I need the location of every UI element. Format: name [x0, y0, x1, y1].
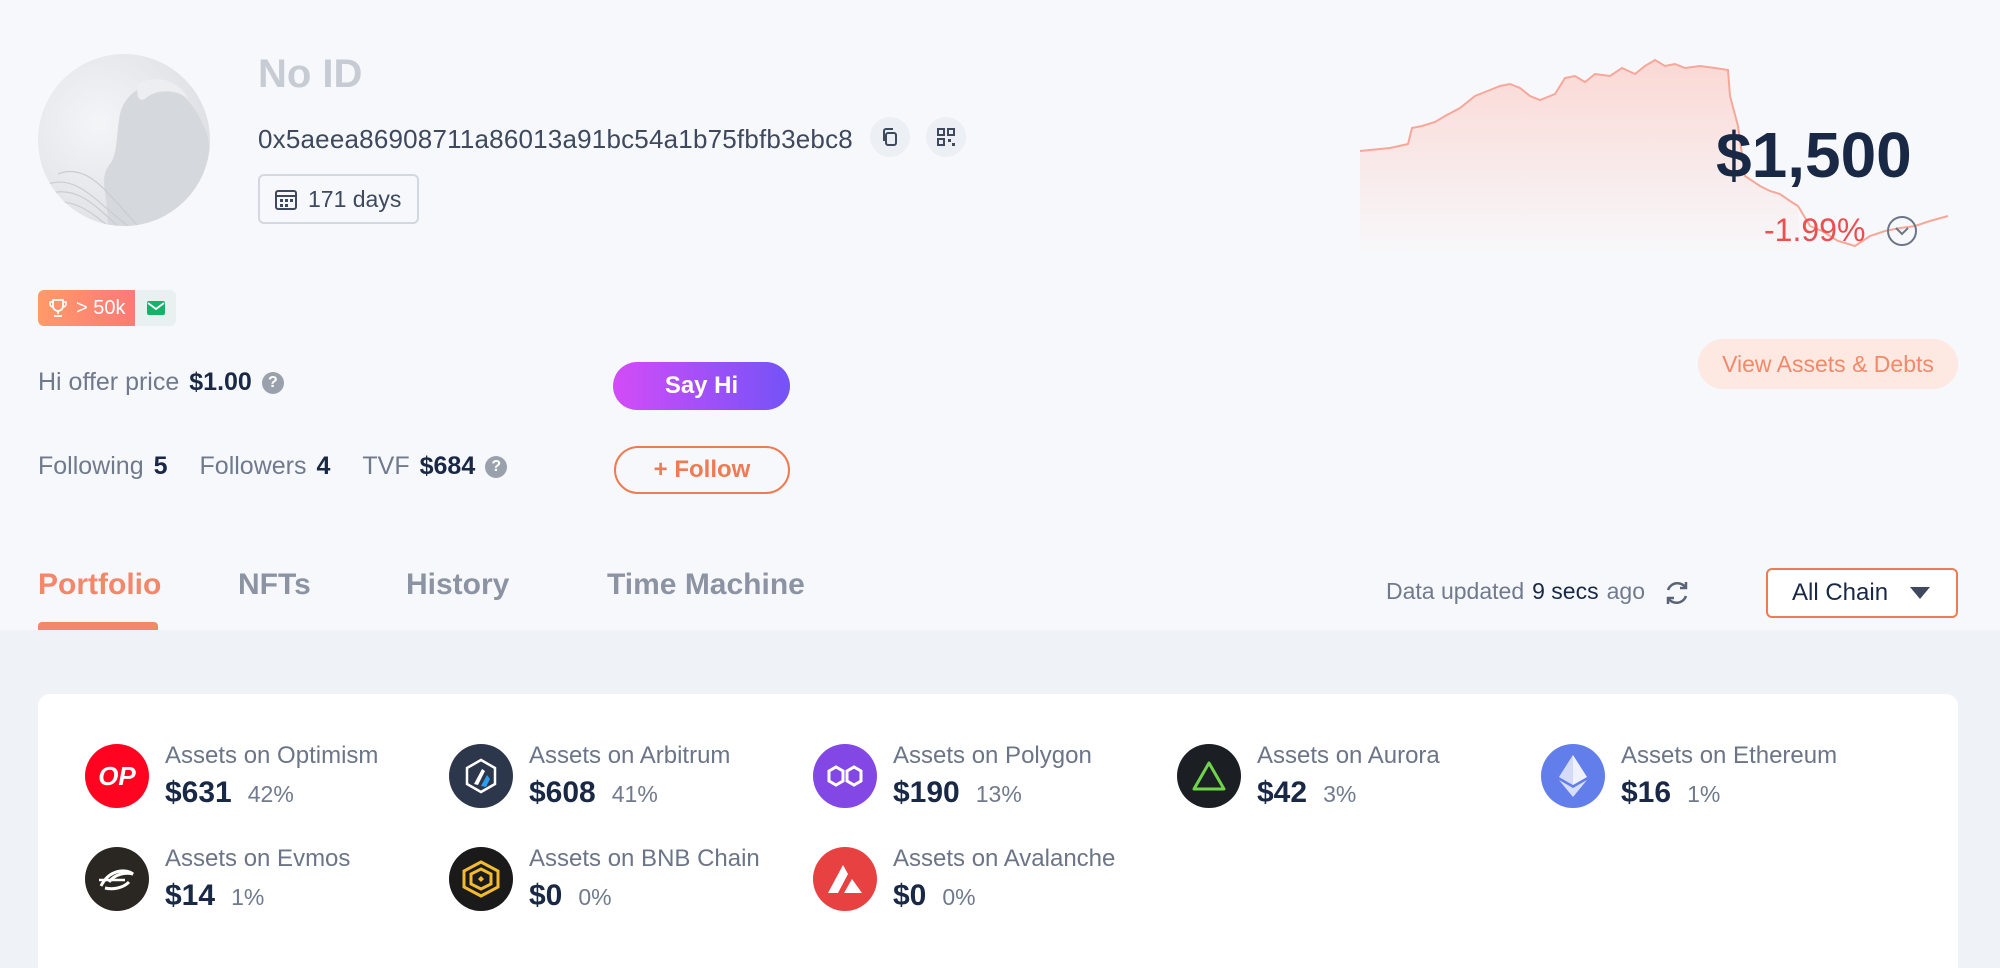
- chain-item-arbitrum[interactable]: Assets on Arbitrum $608 41%: [449, 742, 779, 810]
- updated-prefix: Data updated: [1386, 578, 1525, 604]
- chain-title: Assets on Ethereum: [1621, 742, 1838, 769]
- active-tab-indicator: [38, 622, 158, 630]
- copy-address-button[interactable]: [870, 117, 910, 157]
- optimism-logo-icon: OP: [85, 744, 149, 808]
- hi-offer-row: Hi offer price $1.00 ?: [38, 368, 284, 397]
- followers-count[interactable]: 4: [317, 452, 331, 481]
- tvf-value: $684: [419, 452, 476, 480]
- rank-badge: > 50k: [38, 290, 136, 326]
- chain-amount-value: $608: [529, 776, 596, 809]
- chain-amount-value: $14: [165, 879, 216, 912]
- wallet-age-text: 171 days: [308, 185, 402, 212]
- chain-amount-value: $631: [165, 776, 232, 809]
- chain-item-avalanche[interactable]: Assets on Avalanche $0 0%: [813, 845, 1143, 913]
- chain-amount-value: $16: [1621, 776, 1672, 809]
- chain-item-optimism[interactable]: OP Assets on Optimism $631 42%: [85, 742, 415, 810]
- chain-percentage: 0%: [942, 884, 976, 910]
- qr-code-icon: [937, 128, 955, 146]
- chain-percentage: 0%: [578, 884, 612, 910]
- chain-amount: $631 42%: [165, 776, 378, 810]
- chain-title: Assets on Arbitrum: [529, 742, 731, 769]
- tvf-label: TVF: [362, 452, 410, 480]
- chain-amount: $0 0%: [893, 879, 1115, 913]
- arbitrum-logo-icon: [449, 744, 513, 808]
- calendar-icon: [275, 190, 297, 210]
- chain-item-bnb[interactable]: Assets on BNB Chain $0 0%: [449, 845, 779, 913]
- tab-time-machine[interactable]: Time Machine: [607, 568, 805, 602]
- chain-amount: $16 1%: [1621, 776, 1837, 810]
- avalanche-logo-icon: [813, 847, 877, 911]
- chain-title: Assets on Avalanche: [893, 845, 1116, 872]
- email-badge: [136, 290, 176, 326]
- updated-time: 9 secs: [1532, 578, 1599, 604]
- mail-icon: [147, 301, 165, 315]
- following-label[interactable]: Following: [38, 452, 144, 481]
- chain-item-polygon[interactable]: Assets on Polygon $190 13%: [813, 742, 1143, 810]
- chain-amount-value: $0: [893, 879, 927, 912]
- chain-item-ethereum[interactable]: Assets on Ethereum $16 1%: [1541, 742, 1871, 810]
- say-hi-button[interactable]: Say Hi: [613, 362, 790, 410]
- evmos-logo-icon: [85, 847, 149, 911]
- chain-amount: $0 0%: [529, 879, 760, 913]
- chain-amount-value: $0: [529, 879, 563, 912]
- chain-amount: $42 3%: [1257, 776, 1440, 810]
- view-assets-debts-button[interactable]: View Assets & Debts: [1698, 339, 1958, 389]
- wallet-age-badge: 171 days: [258, 174, 420, 224]
- chain-amount: $190 13%: [893, 776, 1092, 810]
- following-count[interactable]: 5: [154, 452, 168, 481]
- caret-down-icon: [1910, 587, 1930, 599]
- chain-percentage: 1%: [1687, 781, 1721, 807]
- chain-percentage: 42%: [247, 781, 294, 807]
- chain-filter-value: All Chain: [1792, 579, 1889, 606]
- followers-label[interactable]: Followers: [200, 452, 307, 481]
- chain-item-aurora[interactable]: Assets on Aurora $42 3%: [1177, 742, 1507, 810]
- chain-title: Assets on Polygon: [893, 742, 1092, 769]
- chain-percentage: 3%: [1323, 781, 1357, 807]
- hi-offer-label: Hi offer price: [38, 368, 180, 396]
- chain-percentage: 13%: [975, 781, 1022, 807]
- chain-filter-select[interactable]: All Chain: [1766, 568, 1958, 618]
- chain-percentage: 1%: [231, 884, 265, 910]
- tab-history[interactable]: History: [406, 568, 509, 602]
- tab-portfolio[interactable]: Portfolio: [38, 568, 161, 602]
- balance-change: -1.99%: [1764, 212, 1866, 248]
- help-icon[interactable]: ?: [261, 371, 284, 394]
- wallet-address: 0x5aeea86908711a86013a91bc54a1b75fbfb3eb…: [258, 124, 853, 154]
- chain-amount-value: $190: [893, 776, 960, 809]
- copy-icon: [883, 128, 897, 146]
- refresh-icon[interactable]: [1662, 578, 1692, 608]
- tvf-help-icon[interactable]: ?: [485, 455, 508, 478]
- chain-percentage: 41%: [611, 781, 658, 807]
- chain-title: Assets on Evmos: [165, 845, 351, 872]
- trophy-icon: [49, 299, 67, 317]
- ethereum-logo-icon: [1541, 744, 1605, 808]
- rank-badge-label: > 50k: [76, 296, 126, 319]
- chain-title: Assets on Aurora: [1257, 742, 1440, 769]
- social-stats-row: Following 5 Followers 4 TVF $684 ?: [38, 452, 508, 481]
- hi-offer-price: $1.00: [189, 368, 252, 396]
- aurora-logo-icon: [1177, 744, 1241, 808]
- chain-item-evmos[interactable]: Assets on Evmos $14 1%: [85, 845, 415, 913]
- chain-title: Assets on Optimism: [165, 742, 379, 769]
- chain-amount-value: $42: [1257, 776, 1308, 809]
- bnb-logo-icon: [449, 847, 513, 911]
- updated-suffix: ago: [1606, 578, 1645, 604]
- avatar: [38, 54, 210, 226]
- polygon-logo-icon: [813, 744, 877, 808]
- chain-title: Assets on BNB Chain: [529, 845, 760, 872]
- chevron-down-circle-icon[interactable]: [1885, 214, 1919, 248]
- data-updated-status: Data updated 9 secs ago: [1386, 578, 1645, 605]
- total-balance: $1,500: [1716, 119, 1912, 191]
- follow-button[interactable]: + Follow: [614, 446, 790, 494]
- chain-amount: $608 41%: [529, 776, 730, 810]
- chain-assets-card: [38, 694, 1958, 968]
- profile-name: No ID: [258, 52, 363, 96]
- chain-amount: $14 1%: [165, 879, 350, 913]
- qr-code-button[interactable]: [926, 117, 966, 157]
- tab-nfts[interactable]: NFTs: [238, 568, 311, 602]
